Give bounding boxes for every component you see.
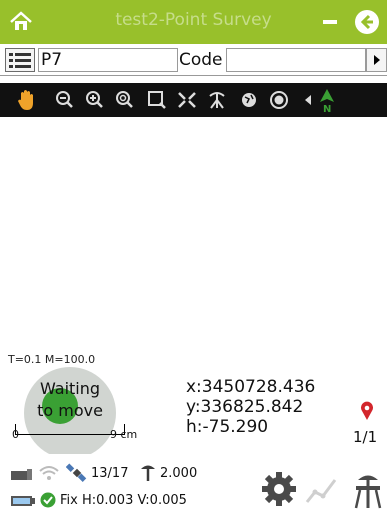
zoom-window-icon[interactable]	[144, 86, 170, 114]
zoom-extent-icon[interactable]	[112, 86, 138, 114]
stakeout-icon[interactable]	[350, 470, 386, 514]
scale-length-label: 9 cm	[110, 428, 138, 441]
y-coordinate: y:336825.842	[186, 397, 304, 417]
target-icon[interactable]	[266, 86, 292, 114]
svg-text:N: N	[323, 104, 331, 114]
zoom-in-icon[interactable]	[82, 86, 108, 114]
satellite-count: 13/17	[91, 466, 129, 481]
fix-check-icon	[40, 492, 56, 512]
back-icon[interactable]	[355, 10, 379, 34]
tolerance-info: T=0.1 M=100.0	[8, 353, 96, 366]
battery-icon	[10, 493, 36, 512]
station-icon[interactable]	[204, 86, 230, 114]
globe-icon[interactable]	[236, 86, 262, 114]
page-counter: 1/1	[353, 428, 378, 446]
point-name-input[interactable]: P7	[38, 48, 178, 72]
hand-icon[interactable]	[14, 86, 40, 114]
antenna-height-value: 2.000	[160, 466, 198, 481]
h-coordinate: h:-75.290	[186, 417, 269, 437]
scale-bar	[15, 424, 125, 435]
waiting-line-1: Waiting	[39, 379, 101, 398]
code-label: Code	[179, 50, 223, 70]
wifi-icon	[38, 464, 60, 486]
location-marker-icon[interactable]	[360, 401, 374, 421]
pan-fit-icon[interactable]	[174, 86, 200, 114]
x-coordinate: x:3450728.436	[186, 377, 316, 397]
point-list-icon[interactable]	[5, 48, 35, 72]
waiting-line-2: to move	[37, 401, 103, 420]
zoom-out-icon[interactable]	[52, 86, 78, 114]
north-arrow-icon[interactable]: N	[314, 86, 340, 115]
code-dropdown-button[interactable]	[366, 48, 387, 72]
waiting-text: Waiting to move	[24, 378, 116, 422]
minimize-icon[interactable]	[323, 20, 337, 24]
fix-status: Fix H:0.003 V:0.005	[60, 493, 187, 508]
satellite-icon	[65, 462, 88, 486]
receiver-icon	[10, 466, 34, 486]
settings-icon[interactable]	[260, 470, 298, 512]
antenna-height-icon	[139, 462, 157, 486]
title-bar: test2-Point Survey	[0, 0, 387, 44]
code-input[interactable]	[226, 48, 366, 72]
scale-zero-label: 0	[12, 428, 19, 441]
measure-line-icon[interactable]	[303, 472, 339, 512]
coordinate-readout: x:3450728.436 y:336825.842 h:-75.290	[186, 377, 315, 437]
